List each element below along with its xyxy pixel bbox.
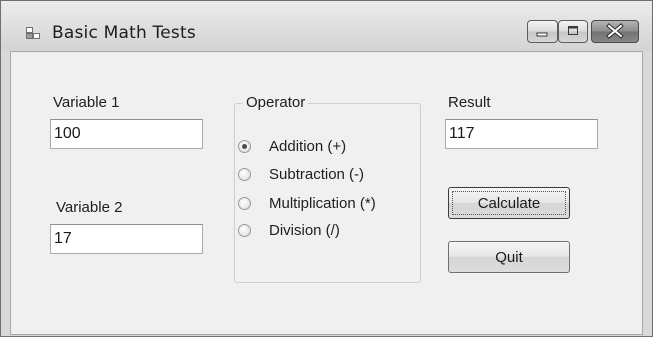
multiplication-radio[interactable]	[238, 196, 251, 210]
close-button[interactable]	[591, 20, 639, 43]
operator-group-title: Operator	[243, 94, 309, 111]
title-bar[interactable]: Basic Math Tests	[1, 1, 652, 51]
division-radio-label[interactable]: Division (/)	[269, 222, 340, 239]
result-label: Result	[448, 94, 491, 111]
app-window: Basic Math Tests Variable 1 100 Variable…	[0, 0, 653, 337]
maximize-button[interactable]	[558, 20, 588, 43]
multiplication-radio-option[interactable]: Multiplication (*)	[238, 192, 376, 214]
window-title: Basic Math Tests	[52, 23, 196, 43]
calculate-button[interactable]: Calculate	[448, 187, 570, 219]
calculate-button-label: Calculate	[477, 194, 541, 212]
addition-radio-option[interactable]: Addition (+)	[238, 135, 346, 157]
multiplication-radio-label[interactable]: Multiplication (*)	[269, 195, 376, 212]
subtraction-radio-option[interactable]: Subtraction (-)	[238, 163, 364, 185]
form-window-icon	[26, 27, 40, 39]
quit-button-label: Quit	[495, 248, 523, 266]
variable1-label: Variable 1	[53, 94, 120, 111]
division-radio[interactable]	[238, 223, 251, 237]
division-radio-option[interactable]: Division (/)	[238, 219, 340, 241]
quit-button[interactable]: Quit	[448, 241, 570, 273]
minimize-icon	[536, 32, 548, 37]
addition-radio[interactable]	[238, 139, 251, 153]
subtraction-radio-label[interactable]: Subtraction (-)	[269, 166, 364, 183]
variable1-input[interactable]: 100	[50, 119, 203, 149]
subtraction-radio[interactable]	[238, 167, 251, 181]
maximize-icon	[568, 26, 578, 35]
variable2-input[interactable]: 17	[50, 224, 203, 254]
variable2-label: Variable 2	[56, 199, 123, 216]
close-icon	[606, 23, 624, 39]
minimize-button[interactable]	[527, 20, 558, 43]
result-input[interactable]: 117	[445, 119, 598, 149]
addition-radio-label[interactable]: Addition (+)	[269, 138, 346, 155]
